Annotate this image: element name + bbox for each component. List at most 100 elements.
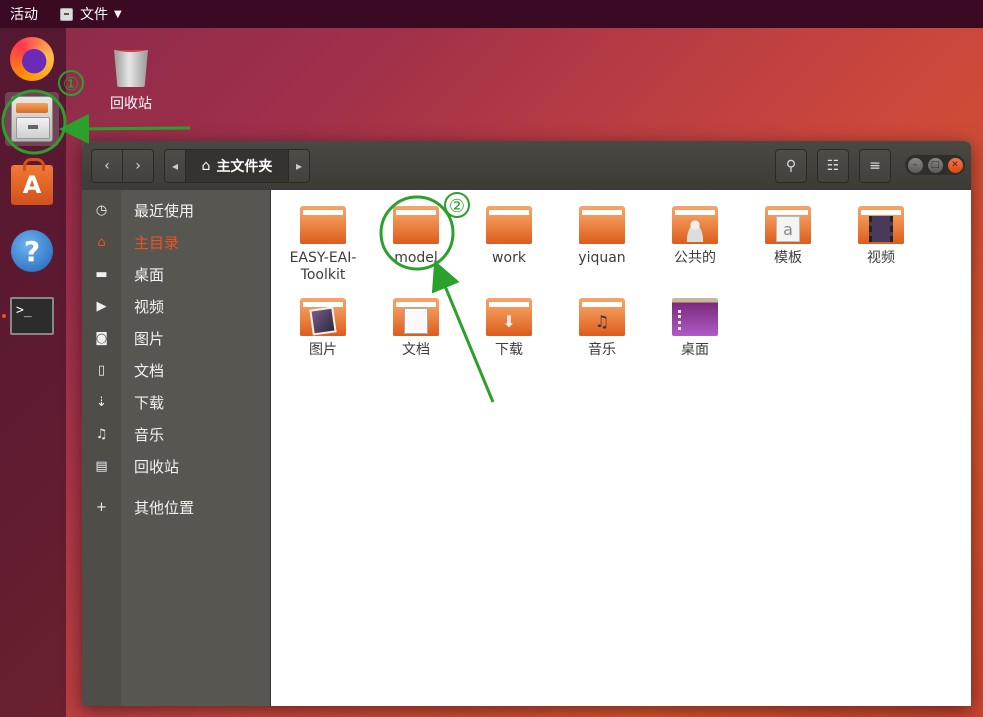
- dock-software[interactable]: A: [5, 158, 59, 212]
- video-icon: ▶: [96, 298, 107, 314]
- app-menu-label: 文件: [80, 7, 108, 23]
- sidebar-item-label: 其他位置: [134, 498, 195, 517]
- file-item-public[interactable]: 公共的: [652, 206, 738, 267]
- documents-folder-icon: [393, 298, 439, 336]
- file-item-templates[interactable]: a 模板: [745, 206, 831, 267]
- activities-button[interactable]: 活动: [10, 4, 38, 24]
- camera-icon: ◙: [95, 330, 108, 346]
- document-icon: ▯: [97, 362, 106, 378]
- sidebar-item-other-locations[interactable]: + 其他位置: [82, 491, 271, 523]
- forward-button[interactable]: ›: [122, 149, 154, 183]
- sidebar-item-label: 文档: [134, 361, 165, 380]
- chevron-right-icon: ›: [135, 158, 141, 174]
- download-icon: ⇣: [96, 394, 107, 410]
- videos-folder-icon: [858, 206, 904, 244]
- maximize-button[interactable]: □: [927, 157, 943, 173]
- path-right-arrow[interactable]: ▸: [289, 150, 309, 182]
- sidebar-item-label: 回收站: [134, 457, 180, 476]
- desktop-trash-label: 回收站: [110, 96, 152, 112]
- window-controls: – □ ✕: [905, 155, 965, 175]
- running-indicator: [2, 314, 6, 318]
- breadcrumb-home[interactable]: ⌂ 主文件夹: [185, 150, 289, 182]
- dock-help[interactable]: ?: [5, 224, 59, 278]
- view-options-button[interactable]: ☷: [817, 149, 849, 183]
- file-item-documents[interactable]: 文档: [373, 298, 459, 359]
- sidebar-item-videos[interactable]: ▶ 视频: [82, 290, 271, 322]
- annotation-arrow-1: [59, 113, 191, 144]
- minimize-button[interactable]: –: [907, 157, 923, 173]
- file-item-videos[interactable]: 视频: [838, 206, 924, 267]
- file-label: yiquan: [578, 250, 626, 266]
- software-center-icon: A: [11, 158, 53, 205]
- dock: A ? >_: [0, 28, 66, 717]
- trash-icon: ▤: [95, 458, 108, 474]
- file-item-yiquan[interactable]: yiquan: [559, 206, 645, 267]
- file-item-desktop[interactable]: 桌面: [652, 298, 738, 359]
- firefox-icon: [10, 37, 54, 81]
- header-bar: ‹ › ◂ ⌂ 主文件夹 ▸ ⚲ ☷ ≡ – □ ✕: [82, 141, 971, 190]
- home-icon: ⌂: [201, 158, 211, 174]
- pictures-folder-icon: [300, 298, 346, 336]
- file-item-music[interactable]: ♫ 音乐: [559, 298, 645, 359]
- sidebar-item-downloads[interactable]: ⇣ 下载: [82, 386, 271, 418]
- places-sidebar: ◷ 最近使用 ⌂ 主目录 ▬ 桌面 ▶ 视频 ◙ 图片 ▯ 文档 ⇣ 下载 ♫: [82, 190, 271, 706]
- file-grid: EASY-EAI- Toolkit model work yiquan 公共的 …: [271, 190, 971, 706]
- sidebar-item-recent[interactable]: ◷ 最近使用: [82, 194, 271, 226]
- search-icon: ⚲: [785, 158, 797, 174]
- top-bar: 活动 文件 ▼: [0, 0, 983, 28]
- sidebar-item-label: 主目录: [134, 233, 180, 252]
- breadcrumb-label: 主文件夹: [216, 159, 273, 175]
- sidebar-item-label: 视频: [134, 297, 165, 316]
- file-item-work[interactable]: work: [466, 206, 552, 267]
- clock-icon: ◷: [95, 202, 108, 218]
- sidebar-item-label: 音乐: [134, 425, 165, 444]
- sidebar-item-home[interactable]: ⌂ 主目录: [82, 226, 271, 258]
- sidebar-item-label: 桌面: [134, 265, 165, 284]
- menu-button[interactable]: ≡: [859, 149, 891, 183]
- back-button[interactable]: ‹: [91, 149, 123, 183]
- app-menu[interactable]: 文件 ▼: [60, 4, 122, 24]
- file-label: 桌面: [681, 342, 709, 358]
- sidebar-item-pictures[interactable]: ◙ 图片: [82, 322, 271, 354]
- sidebar-item-music[interactable]: ♫ 音乐: [82, 418, 271, 450]
- folder-icon: ▬: [95, 266, 108, 282]
- file-label: work: [492, 250, 526, 266]
- sidebar-item-documents[interactable]: ▯ 文档: [82, 354, 271, 386]
- terminal-icon: >_: [10, 297, 54, 335]
- files-app-icon: [60, 7, 73, 21]
- music-icon: ♫: [95, 426, 108, 442]
- trash-icon: [114, 50, 148, 87]
- dock-terminal[interactable]: >_: [5, 289, 59, 343]
- folder-icon: [486, 206, 532, 244]
- file-label: 下载: [495, 342, 523, 358]
- sidebar-item-label: 图片: [134, 329, 165, 348]
- sidebar-item-trash[interactable]: ▤ 回收站: [82, 450, 271, 482]
- file-label: model: [394, 250, 438, 266]
- search-button[interactable]: ⚲: [775, 149, 807, 183]
- dock-files[interactable]: [5, 92, 59, 146]
- path-left-arrow[interactable]: ◂: [165, 150, 185, 182]
- file-item-easy-eai-toolkit[interactable]: EASY-EAI- Toolkit: [280, 206, 366, 284]
- desktop-folder-icon: [672, 298, 718, 336]
- file-item-downloads[interactable]: ⬇ 下载: [466, 298, 552, 359]
- sidebar-item-desktop[interactable]: ▬ 桌面: [82, 258, 271, 290]
- folder-icon: [579, 206, 625, 244]
- public-folder-icon: [672, 206, 718, 244]
- path-bar: ◂ ⌂ 主文件夹 ▸: [164, 149, 310, 183]
- file-manager-window: ‹ › ◂ ⌂ 主文件夹 ▸ ⚲ ☷ ≡ – □ ✕ ◷ 最近使用 ⌂ 主目录 …: [82, 141, 971, 706]
- desktop-trash[interactable]: 回收站: [100, 45, 162, 113]
- downloads-folder-icon: ⬇: [486, 298, 532, 336]
- file-item-model[interactable]: model: [373, 206, 459, 267]
- file-item-pictures[interactable]: 图片: [280, 298, 366, 359]
- file-label: EASY-EAI-: [289, 250, 357, 266]
- plus-icon: +: [96, 499, 107, 515]
- dock-firefox[interactable]: [5, 32, 59, 86]
- file-label: 视频: [867, 250, 895, 266]
- templates-folder-icon: a: [765, 206, 811, 244]
- sidebar-item-label: 最近使用: [134, 201, 195, 220]
- folder-icon: [393, 206, 439, 244]
- file-cabinet-icon: [11, 96, 53, 142]
- music-folder-icon: ♫: [579, 298, 625, 336]
- close-button[interactable]: ✕: [947, 157, 963, 173]
- home-icon: ⌂: [97, 234, 106, 250]
